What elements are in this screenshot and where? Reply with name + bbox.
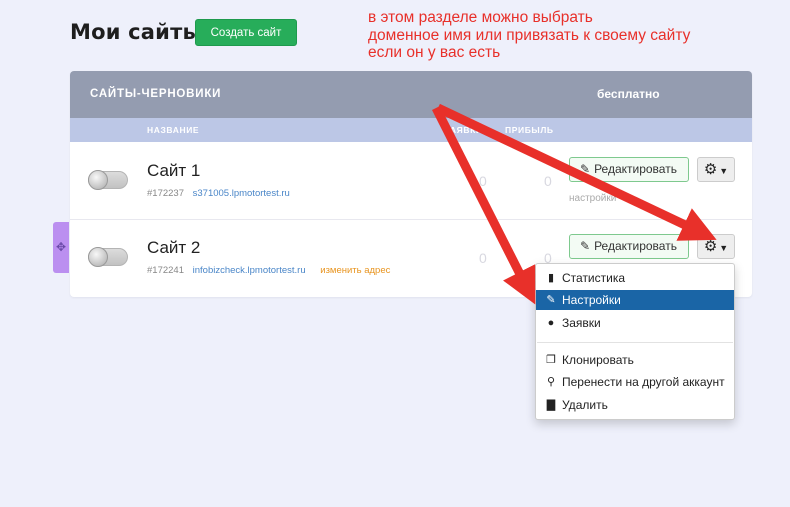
requests-count: 0 — [479, 173, 487, 189]
drag-handle[interactable]: ✥ — [53, 222, 69, 273]
menu-item-label: Перенести на другой аккаунт — [562, 375, 725, 389]
panel-header: САЙТЫ-ЧЕРНОВИКИ бесплатно — [70, 71, 752, 118]
site-domain-link[interactable]: infobizcheck.lpmotortest.ru — [193, 265, 306, 276]
caret-down-icon: ▼ — [719, 243, 729, 253]
column-profit: ПРИБЫЛЬ — [505, 125, 554, 135]
create-site-button[interactable]: Создать сайт — [195, 19, 297, 46]
site-actions-menu: ▮ Статистика ✎ Настройки ● Заявки ❐ Клониров… — [535, 263, 735, 420]
menu-item-delete[interactable]: ▇ Удалить — [536, 395, 734, 415]
site-domain-link[interactable]: s371005.lpmotortest.ru — [193, 188, 290, 199]
gear-icon: ⚙ — [703, 161, 718, 178]
edit-label: Редактировать — [594, 162, 677, 176]
annotation-text: в этом разделе можно выбрать доменное им… — [368, 9, 768, 62]
menu-item-requests[interactable]: ● Заявки — [536, 313, 734, 333]
edit-label: Редактировать — [594, 239, 677, 253]
menu-item-label: Статистика — [562, 271, 626, 285]
column-requests: ЗАЯВКИ — [444, 125, 483, 135]
settings-dropdown-button[interactable]: ⚙ ▼ — [697, 157, 735, 182]
requests-count: 0 — [479, 250, 487, 266]
gear-icon: ⚙ — [703, 238, 718, 255]
settings-hint[interactable]: настройки — [569, 193, 616, 204]
site-name: Сайт 2 — [147, 238, 201, 257]
publish-toggle[interactable] — [88, 247, 128, 267]
transfer-icon: ⚲ — [546, 376, 556, 388]
pencil-icon: ✎ — [580, 162, 591, 176]
menu-item-transfer[interactable]: ⚲ Перенести на другой аккаунт — [536, 372, 734, 392]
annotation-line: доменное имя или привязать к своему сайт… — [368, 26, 691, 44]
site-id: #172241 — [147, 265, 184, 276]
site-meta: #172237 s371005.lpmotortest.ru — [147, 188, 290, 199]
copy-icon: ❐ — [546, 354, 556, 366]
site-id: #172237 — [147, 188, 184, 199]
settings-dropdown-button[interactable]: ⚙ ▼ — [697, 234, 735, 259]
toggle-knob — [88, 247, 108, 267]
menu-item-label: Удалить — [562, 398, 608, 412]
profit-value: 0 — [544, 173, 552, 189]
publish-toggle[interactable] — [88, 170, 128, 190]
wrench-icon: ✎ — [546, 294, 556, 306]
menu-item-label: Заявки — [562, 316, 601, 330]
column-name: НАЗВАНИЕ — [147, 125, 200, 135]
edit-button[interactable]: ✎ Редактировать — [569, 234, 689, 259]
column-header: НАЗВАНИЕ ЗАЯВКИ ПРИБЫЛЬ — [70, 118, 752, 142]
menu-item-label: Настройки — [562, 293, 621, 307]
trash-icon: ▇ — [546, 399, 556, 411]
menu-item-clone[interactable]: ❐ Клонировать — [536, 350, 734, 370]
page-title: Мои сайты — [70, 20, 202, 44]
change-address-link[interactable]: изменить адрес — [320, 265, 390, 276]
plan-label: бесплатно — [597, 87, 660, 101]
caret-down-icon: ▼ — [719, 166, 729, 176]
menu-item-label: Клонировать — [562, 353, 634, 367]
site-meta: #172241 infobizcheck.lpmotortest.ru изме… — [147, 265, 390, 276]
user-icon: ● — [547, 317, 555, 329]
annotation-line: если он у вас есть — [368, 44, 501, 61]
pencil-icon: ✎ — [580, 239, 591, 253]
panel-title: САЙТЫ-ЧЕРНОВИКИ — [90, 88, 222, 100]
menu-item-settings[interactable]: ✎ Настройки — [536, 290, 734, 310]
menu-item-statistics[interactable]: ▮ Статистика — [536, 268, 734, 288]
menu-divider — [537, 342, 733, 343]
bar-chart-icon: ▮ — [547, 272, 555, 284]
annotation-line: в этом разделе можно выбрать — [368, 9, 593, 26]
site-row: Сайт 1 #172237 s371005.lpmotortest.ru 0 … — [70, 142, 752, 220]
toggle-knob — [88, 170, 108, 190]
move-icon: ✥ — [55, 240, 67, 254]
site-name: Сайт 1 — [147, 161, 201, 180]
edit-button[interactable]: ✎ Редактировать — [569, 157, 689, 182]
